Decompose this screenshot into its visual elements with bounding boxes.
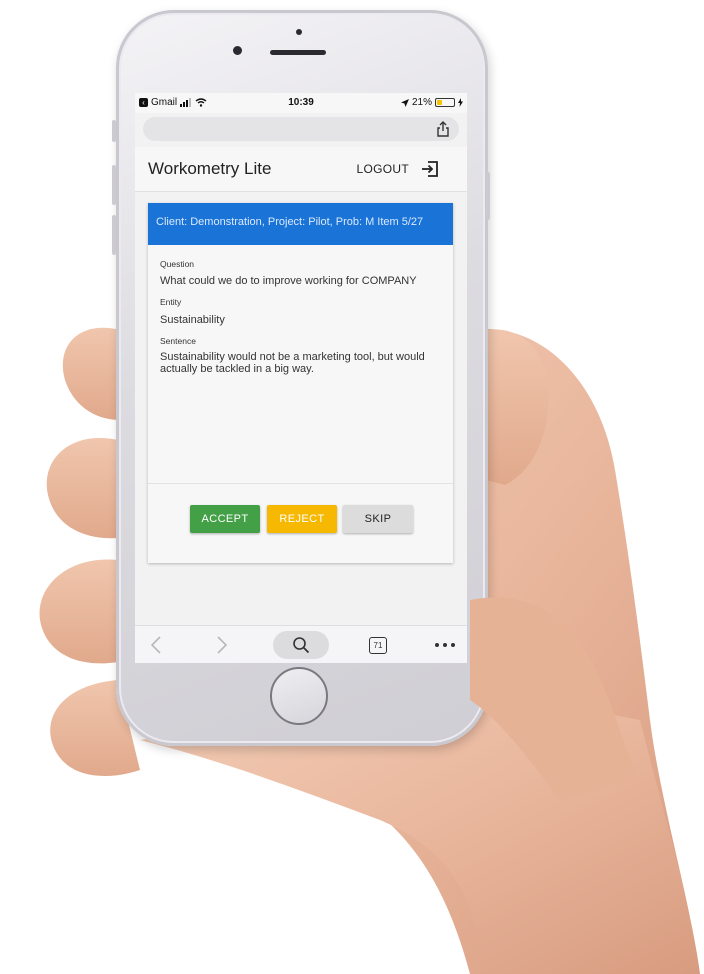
phone-screen: ‹ Gmail 10:39 21% Workometry Lite LOGOUT… xyxy=(135,93,467,663)
app-title: Workometry Lite xyxy=(148,159,272,178)
home-button[interactable] xyxy=(270,667,328,725)
reject-button[interactable]: REJECT xyxy=(267,505,337,533)
question-value: What could we do to improve working for … xyxy=(160,275,417,287)
front-camera xyxy=(233,46,242,55)
proximity-sensor xyxy=(296,29,302,35)
volume-down-button xyxy=(112,215,116,255)
charging-bolt-icon xyxy=(458,98,463,107)
browser-toolbar: 71 xyxy=(135,625,467,663)
tab-count: 71 xyxy=(369,636,387,654)
card-header: Client: Demonstration, Project: Pilot, P… xyxy=(148,203,453,245)
earpiece-speaker xyxy=(270,50,326,55)
sentence-label: Sentence xyxy=(160,336,196,346)
item-context: Client: Demonstration, Project: Pilot, P… xyxy=(156,216,424,228)
question-label: Question xyxy=(160,259,195,269)
status-bar: ‹ Gmail 10:39 21% xyxy=(135,93,467,113)
logout-icon[interactable] xyxy=(421,160,439,178)
tabs-button[interactable]: 71 xyxy=(363,626,393,663)
location-arrow-icon xyxy=(400,98,409,107)
search-icon xyxy=(293,637,310,654)
browser-forward-button[interactable] xyxy=(207,626,237,663)
battery-percent: 21% xyxy=(411,97,432,108)
mute-switch xyxy=(112,120,116,142)
battery-icon xyxy=(435,98,455,107)
browser-back-button[interactable] xyxy=(141,626,171,663)
more-dots-icon xyxy=(435,643,455,647)
card-divider xyxy=(148,483,453,484)
address-bar[interactable] xyxy=(143,117,459,141)
more-menu-button[interactable] xyxy=(429,626,461,663)
app-header: Workometry Lite LOGOUT xyxy=(135,147,467,192)
sentence-value: Sustainability would not be a marketing … xyxy=(160,351,425,375)
volume-up-button xyxy=(112,165,116,205)
power-button xyxy=(486,172,490,220)
share-icon[interactable] xyxy=(435,121,451,137)
chevron-left-icon xyxy=(151,636,161,654)
review-card: Client: Demonstration, Project: Pilot, P… xyxy=(148,203,453,563)
entity-value: Sustainability xyxy=(160,314,225,326)
accept-button[interactable]: ACCEPT xyxy=(190,505,260,533)
skip-button[interactable]: SKIP xyxy=(343,505,413,533)
search-icon-wrap[interactable] xyxy=(273,626,329,663)
chevron-right-icon xyxy=(217,636,227,654)
logout-button[interactable]: LOGOUT xyxy=(357,162,409,176)
entity-label: Entity xyxy=(160,297,182,307)
